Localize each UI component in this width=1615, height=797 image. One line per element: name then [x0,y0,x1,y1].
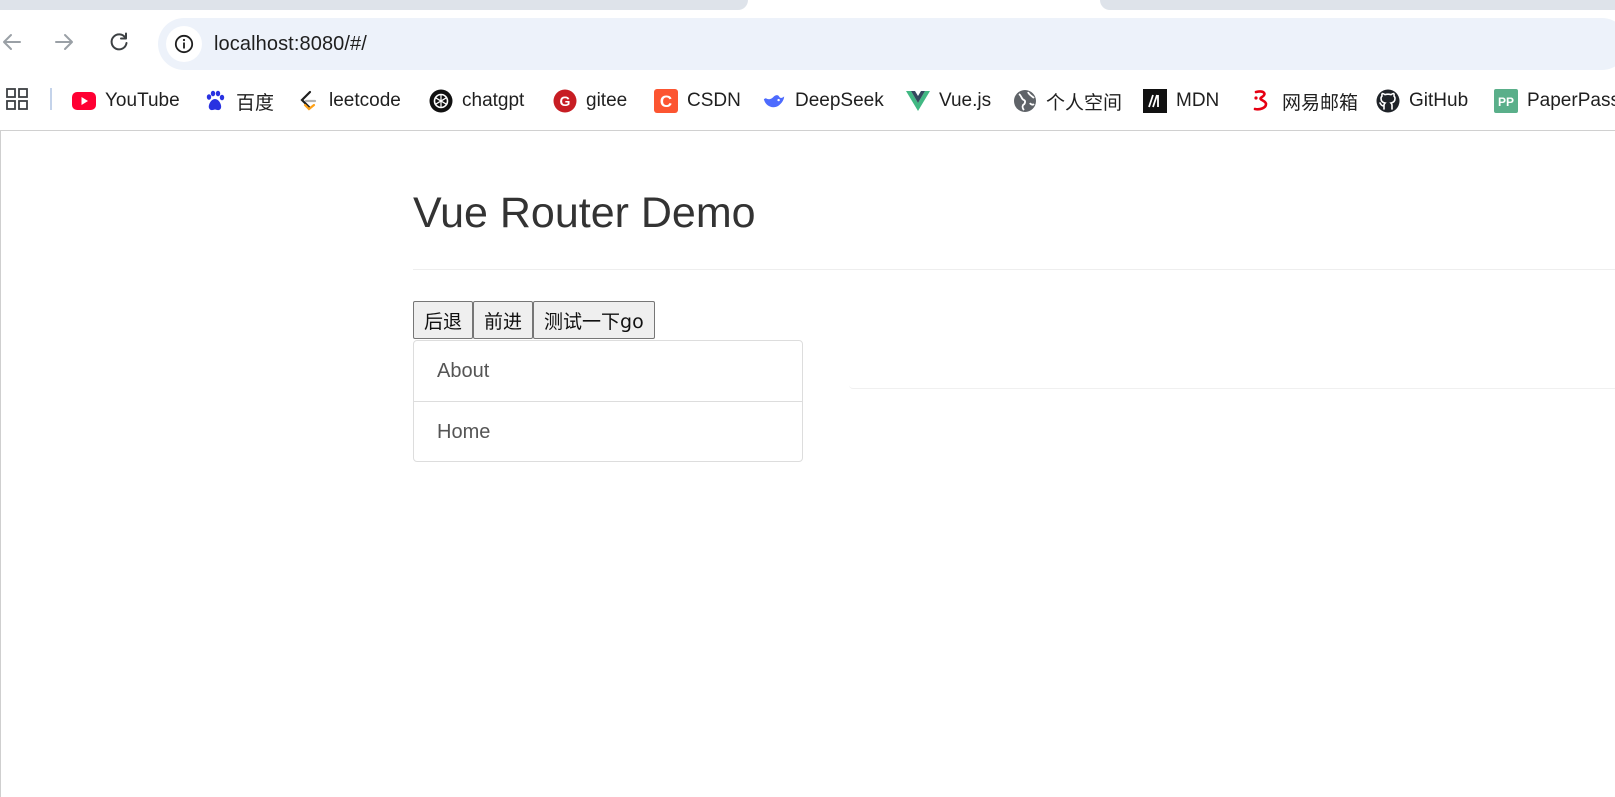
bookmark-leetcode[interactable]: leetcode [296,78,401,124]
reload-button[interactable] [105,28,133,56]
history-buttons: 后退 前进 测试一下go [413,301,655,339]
paperpass-icon: PP [1494,89,1518,113]
arrow-right-icon [55,34,73,50]
svg-text:C: C [660,92,672,111]
bookmark-label: 百度 [236,92,275,114]
netease-mail-icon [1249,89,1273,113]
leetcode-icon [296,89,320,113]
bookmark-label: GitHub [1409,90,1469,111]
svg-text:G: G [560,93,571,109]
nav-link-about[interactable]: About [414,341,802,401]
bookmark-label: leetcode [329,90,401,111]
deepseek-icon [762,89,786,113]
back-nav-button[interactable] [0,28,26,56]
baidu-icon [203,89,227,113]
tab-right[interactable] [1100,0,1615,10]
bookmark-baidu[interactable]: 百度 [203,78,274,124]
forward-nav-button[interactable] [50,28,78,56]
browser-toolbar: localhost:8080/#/ [0,18,1615,70]
svg-text:PP: PP [1498,95,1514,109]
bookmark-chatgpt[interactable]: chatgpt [429,78,524,124]
address-url[interactable]: localhost:8080/#/ [214,18,367,70]
tab-strip [0,0,1615,18]
bookmark-youtube[interactable]: YouTube [72,78,180,124]
back-button[interactable]: 后退 [413,301,474,339]
gitee-icon: G [553,89,577,113]
bookmark-label: DeepSeek [795,90,884,111]
bookmark-gitee[interactable]: G gitee [553,78,627,124]
site-info-button[interactable] [166,26,202,62]
globe-icon [1013,89,1037,113]
forward-button[interactable]: 前进 [473,301,534,339]
bookmarks-separator [50,88,52,110]
router-nav-list: About Home [413,340,803,462]
bookmark-github[interactable]: GitHub [1376,78,1468,124]
bookmark-csdn[interactable]: C CSDN [654,78,741,124]
browser-window: localhost:8080/#/ YouTube 百度 leetcode ch… [0,0,1615,797]
apps-grid-icon[interactable] [6,88,28,110]
bookmarks-bar: YouTube 百度 leetcode chatgpt G gitee C CS… [0,78,1615,124]
page-title: Vue Router Demo [413,189,756,237]
bookmark-paperpass[interactable]: PP PaperPass [1494,78,1615,124]
title-divider [413,269,1615,270]
bookmark-label: MDN [1176,90,1220,111]
tab-left[interactable] [0,0,748,10]
arrow-left-icon [3,34,21,50]
bookmark-netease-mail[interactable]: 网易邮箱 [1249,78,1358,124]
bookmark-vue[interactable]: Vue.js [906,78,991,124]
bookmark-mdn[interactable]: MDN [1143,78,1219,124]
bookmark-label: gitee [586,90,628,111]
bookmark-label: 个人空间 [1046,92,1123,114]
bookmark-label: YouTube [105,90,180,111]
info-icon [174,34,194,54]
bookmark-label: Vue.js [939,90,992,111]
router-view-panel [849,341,1615,389]
go-test-button[interactable]: 测试一下go [533,301,655,339]
address-bar[interactable]: localhost:8080/#/ [158,18,1615,70]
nav-link-home[interactable]: Home [414,401,802,461]
page-viewport: Vue Router Demo 后退 前进 测试一下go About Home [0,131,1615,797]
bookmark-label: chatgpt [462,90,525,111]
bookmark-personal-space[interactable]: 个人空间 [1013,78,1122,124]
bookmark-deepseek[interactable]: DeepSeek [762,78,884,124]
csdn-icon: C [654,89,678,113]
mdn-icon [1143,89,1167,113]
youtube-icon [72,89,96,113]
bookmark-label: CSDN [687,90,741,111]
chatgpt-icon [429,89,453,113]
bookmark-label: PaperPass [1527,90,1615,111]
vue-icon [906,89,930,113]
bookmark-label: 网易邮箱 [1282,92,1359,114]
reload-icon [110,32,128,51]
github-icon [1376,89,1400,113]
